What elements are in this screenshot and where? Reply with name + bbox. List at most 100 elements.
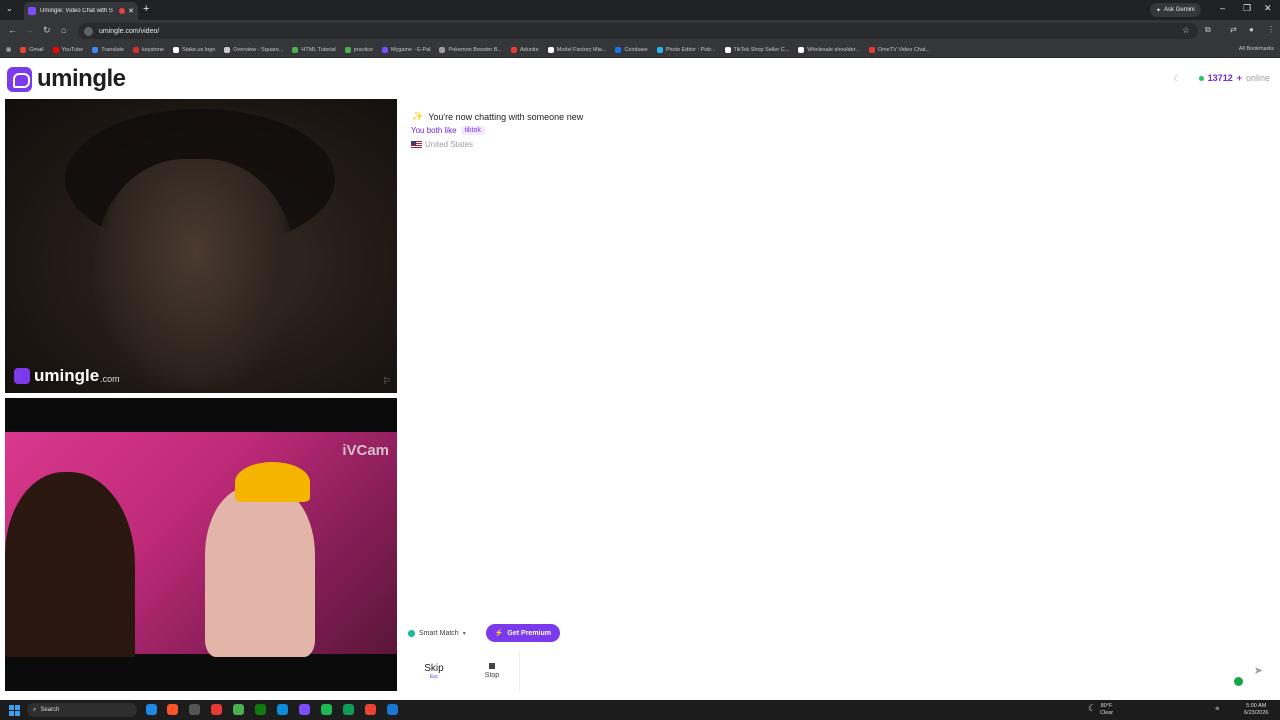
shared-interests: You both like tiktok [411, 126, 485, 135]
home-icon[interactable]: ⌂ [61, 25, 66, 35]
translate-icon[interactable]: ⇄ [1230, 25, 1237, 34]
app-icon[interactable] [387, 704, 398, 715]
file-explorer-icon[interactable] [146, 704, 157, 715]
bookmark-favicon-icon [344, 46, 351, 53]
chat-status: ✨ You're now chatting with someone new [412, 111, 583, 122]
online-label: online [1245, 73, 1270, 83]
chrome-icon[interactable] [233, 704, 244, 715]
online-count: 13712 [1207, 73, 1233, 83]
bookmark-label: Gmail [29, 46, 44, 53]
gemini-icon: ✦ [1156, 7, 1162, 14]
bookmark-item[interactable]: Overview - Square... [224, 46, 283, 53]
bookmark-label: Stake.us logo [181, 46, 216, 53]
url-text: umingle.com/video/ [99, 27, 160, 35]
message-input[interactable]: ➤ [519, 651, 1269, 691]
stop-button[interactable]: Stop [471, 651, 513, 691]
discord-icon[interactable] [299, 704, 310, 715]
bookmark-item[interactable]: OmeTV Video Chat... [868, 46, 930, 53]
back-icon[interactable]: ← [8, 25, 17, 35]
minimize-icon[interactable]: – [1220, 3, 1225, 13]
page: umingle ☾ 13712 + online umingle .com ⚐ … [0, 59, 1280, 700]
edge-icon[interactable] [277, 704, 288, 715]
interest-tag: tiktok [460, 126, 485, 135]
bookmark-item[interactable]: Pokemon Booster B... [439, 46, 502, 53]
bookmark-item[interactable]: Wholesale shoulder... [798, 46, 860, 53]
bookmark-item[interactable]: Translate [92, 46, 124, 53]
bookmark-label: practice [353, 46, 374, 53]
ask-gemini-button[interactable]: ✦ Ask Gemini [1150, 3, 1201, 17]
chat-controls: Skip Esc Stop ➤ [403, 651, 1275, 691]
wifi-icon[interactable]: ≋ [1215, 706, 1220, 713]
tab-search-icon[interactable]: ⌄ [6, 4, 13, 13]
bookmark-label: TikTok Shop Seller C... [733, 46, 790, 53]
bookmark-item[interactable]: Coinbase [615, 46, 648, 53]
browser-tab[interactable]: Umingle: Video Chat with S ✕ [24, 2, 138, 20]
sheets-icon[interactable] [343, 704, 354, 715]
bookmark-item[interactable]: Model Factory Mia... [547, 46, 606, 53]
taskbar-search[interactable]: ⌕ Search [27, 703, 137, 717]
site-info-icon[interactable] [84, 26, 93, 36]
new-tab-button[interactable]: + [143, 3, 149, 15]
bookmark-item[interactable]: keystone [132, 46, 164, 53]
bookmark-favicon-icon [615, 46, 622, 53]
globe-icon [408, 629, 415, 637]
close-window-icon[interactable]: ✕ [1264, 3, 1272, 14]
settings-icon[interactable] [189, 704, 200, 715]
bookmark-favicon-icon [439, 46, 446, 53]
bookmark-label: keystone [141, 46, 164, 53]
extensions-icon[interactable]: ⧉ [1205, 25, 1211, 35]
grammarly-icon[interactable] [1234, 677, 1243, 686]
chat-bubble-icon [7, 66, 32, 92]
theme-toggle-icon[interactable]: ☾ [1174, 74, 1181, 83]
menu-icon[interactable]: ⋮ [1267, 25, 1275, 34]
video-watermark: umingle .com [14, 366, 120, 386]
spotify-icon[interactable] [321, 704, 332, 715]
person-left [5, 472, 135, 657]
date: 6/23/2026 [1244, 710, 1269, 716]
brave-icon[interactable] [167, 704, 178, 715]
recording-icon [119, 8, 126, 14]
bookmark-item[interactable]: TikTok Shop Seller C... [724, 46, 790, 53]
taskbar: ⌕ Search ☾ 80°F Clear ≋ 5:00 AM 6/23/202… [0, 700, 1280, 720]
skip-button[interactable]: Skip Esc [403, 651, 465, 691]
bookmark-item[interactable]: HTML Tutorial [292, 46, 336, 53]
weather-temp: 80°F [1100, 703, 1113, 709]
site-logo[interactable]: umingle [7, 65, 126, 93]
opera-icon[interactable] [211, 704, 222, 715]
clock[interactable]: 5:00 AM 6/23/2026 [1244, 703, 1268, 717]
taskbar-search-label: Search [40, 707, 60, 713]
xbox-icon[interactable] [255, 704, 266, 715]
watermark-domain: .com [100, 373, 120, 384]
restore-icon[interactable]: ❐ [1243, 3, 1251, 14]
bookmark-star-icon[interactable]: ☆ [1182, 25, 1190, 36]
windows-start-icon[interactable] [9, 705, 20, 716]
tab-close-icon[interactable]: ✕ [128, 7, 134, 15]
self-video: iVCam [5, 398, 397, 691]
bookmark-item[interactable]: practice [344, 46, 374, 53]
remote-video-face [95, 159, 295, 389]
get-premium-button[interactable]: ⚡ Get Premium [485, 624, 560, 642]
online-dot-icon [1198, 75, 1204, 81]
reload-icon[interactable]: ↻ [43, 25, 51, 36]
smart-match-dropdown[interactable]: Smart Match ▾ [408, 629, 466, 637]
forward-icon[interactable]: → [25, 25, 34, 35]
bookmark-item[interactable]: Stake.us logo [172, 46, 216, 53]
bookmark-item[interactable]: Photo Editor : Pixlr... [656, 46, 716, 53]
apps-icon[interactable]: ▦ [6, 47, 11, 53]
bookmark-favicon-icon [20, 46, 27, 53]
bookmark-item[interactable]: Gmail [20, 46, 44, 53]
bookmark-item[interactable]: Adunite [510, 46, 539, 53]
bookmark-favicon-icon [510, 46, 517, 53]
bookmark-label: Wholesale shoulder... [807, 46, 860, 53]
all-bookmarks[interactable]: All Bookmarks [1239, 46, 1274, 52]
profile-icon[interactable]: ● [1249, 25, 1254, 34]
report-flag-icon[interactable]: ⚐ [383, 376, 391, 387]
url-field[interactable]: umingle.com/video/ ☆ [78, 23, 1198, 39]
online-plus: + [1236, 73, 1242, 83]
bookmark-item[interactable]: YouTube [52, 46, 83, 53]
weather-widget[interactable]: 80°F Clear [1100, 703, 1113, 717]
send-icon[interactable]: ➤ [1254, 664, 1263, 677]
chrome-active-icon[interactable] [365, 704, 376, 715]
bookmark-item[interactable]: Mygame - E-Pal [382, 46, 430, 53]
bookmark-favicon-icon [868, 46, 875, 53]
